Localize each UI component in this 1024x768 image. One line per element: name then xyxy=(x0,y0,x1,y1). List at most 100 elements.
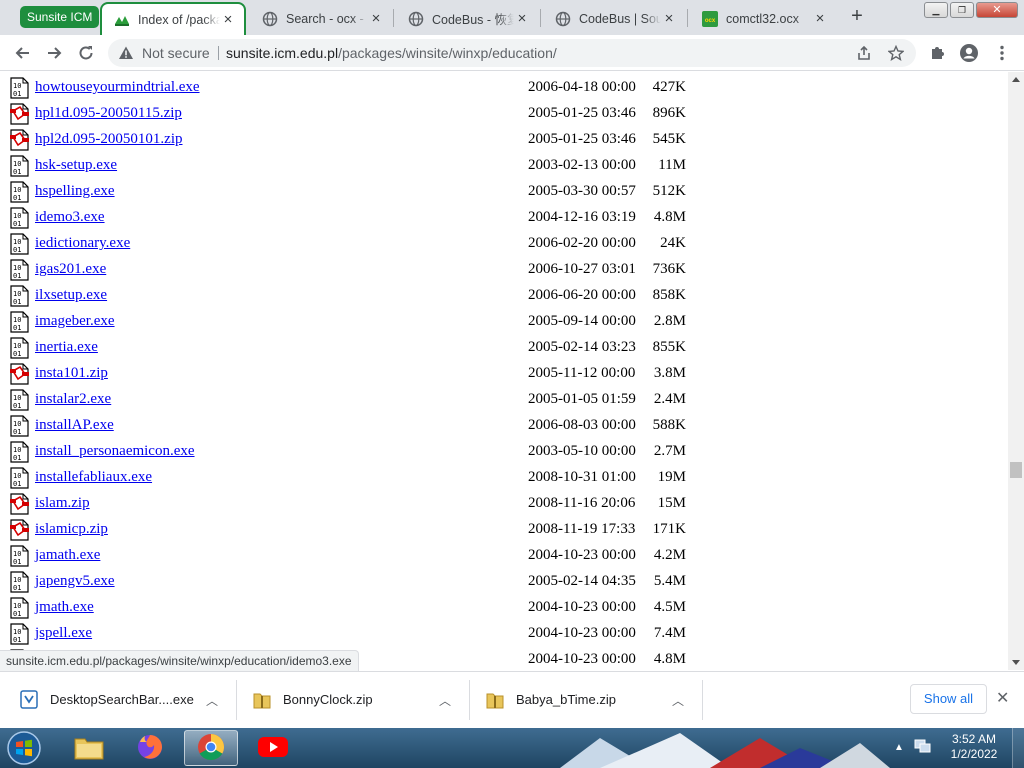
tab-close-icon[interactable]: × xyxy=(514,10,530,27)
download-item[interactable]: Babya_bTime.zip ︿ xyxy=(486,680,692,720)
show-all-button[interactable]: Show all xyxy=(910,684,987,714)
download-separator xyxy=(702,680,703,720)
file-link[interactable]: installAP.exe xyxy=(35,417,114,434)
compressed-file-icon xyxy=(10,103,30,125)
download-filename: DesktopSearchBar....exe xyxy=(50,692,194,707)
file-link[interactable]: iedictionary.exe xyxy=(35,235,130,252)
download-separator xyxy=(469,680,470,720)
taskbar-chrome[interactable] xyxy=(184,730,238,766)
file-size: 7.4M xyxy=(653,625,686,641)
file-size: 858K xyxy=(652,287,686,303)
tab-close-icon[interactable]: × xyxy=(661,10,677,27)
binary-file-icon: 1001 xyxy=(10,207,30,229)
restore-button[interactable]: ❐ xyxy=(950,2,974,18)
file-link[interactable]: hpl2d.095-20050101.zip xyxy=(35,131,183,148)
minimize-button[interactable]: ▁ xyxy=(924,2,948,18)
windows-taskbar: ▲ 3:52 AM 1/2/2022 xyxy=(0,728,1024,768)
taskbar-youtube[interactable] xyxy=(246,730,300,766)
file-link[interactable]: install_personaemicon.exe xyxy=(35,443,195,460)
url-text[interactable]: sunsite.icm.edu.pl/packages/winsite/winx… xyxy=(226,45,557,61)
sunsite-favicon xyxy=(114,12,130,28)
file-link[interactable]: islam.zip xyxy=(35,495,90,512)
tab-title: CodeBus - 恢复 xyxy=(432,13,514,27)
file-link[interactable]: jamath.exe xyxy=(35,547,100,564)
address-bar[interactable]: Not secure sunsite.icm.edu.pl/packages/w… xyxy=(108,39,916,67)
file-link[interactable]: installefabliaux.exe xyxy=(35,469,152,486)
file-link[interactable]: howtouseyourmindtrial.exe xyxy=(35,79,200,96)
binary-file-icon: 1001 xyxy=(10,467,30,489)
binary-file-icon: 1001 xyxy=(10,597,30,619)
svg-text:01: 01 xyxy=(13,558,21,566)
file-date: 2006-06-20 00:00 xyxy=(528,287,636,303)
forward-button[interactable] xyxy=(43,42,65,64)
profile-avatar-icon[interactable] xyxy=(959,43,979,63)
show-desktop-button[interactable] xyxy=(1012,728,1024,768)
tab-group-chip[interactable]: Sunsite ICM xyxy=(20,6,100,28)
security-label[interactable]: Not secure xyxy=(142,45,210,61)
file-link[interactable]: imageber.exe xyxy=(35,313,115,330)
binary-file-icon: 1001 xyxy=(10,155,30,177)
scrollbar-thumb[interactable] xyxy=(1010,462,1022,478)
file-link[interactable]: igas201.exe xyxy=(35,261,106,278)
taskbar-firefox[interactable] xyxy=(123,730,177,766)
scroll-down-arrow[interactable] xyxy=(1012,660,1020,665)
svg-text:01: 01 xyxy=(13,194,21,202)
file-link[interactable]: ilxsetup.exe xyxy=(35,287,107,304)
file-link[interactable]: jmath.exe xyxy=(35,599,94,616)
back-button[interactable] xyxy=(12,42,34,64)
url-host: sunsite.icm.edu.pl xyxy=(226,45,339,61)
listing-row: 10 01 hsk-setup.exe 2003-02-13 00:00 11M xyxy=(0,152,1000,178)
file-link[interactable]: hsk-setup.exe xyxy=(35,157,117,174)
tab-codebus[interactable]: CodeBus - 恢复 × xyxy=(396,2,538,35)
taskbar-explorer[interactable] xyxy=(62,730,116,766)
listing-row: 10 01 inertia.exe 2005-02-14 03:23 855K xyxy=(0,334,1000,360)
listing-row: islamicp.zip 2008-11-19 17:33 171K xyxy=(0,516,1000,542)
binary-file-icon: 1001 xyxy=(10,623,30,645)
svg-text:10: 10 xyxy=(13,186,21,194)
chevron-up-icon[interactable]: ︿ xyxy=(672,692,684,709)
scroll-up-arrow[interactable] xyxy=(1012,77,1020,82)
compressed-file-icon xyxy=(10,519,30,541)
file-link[interactable]: jspell.exe xyxy=(35,625,92,642)
tab-search-ocx[interactable]: Search - ocx - CodeBus × xyxy=(250,2,392,35)
file-link[interactable]: insta101.zip xyxy=(35,365,108,382)
extensions-puzzle-icon[interactable] xyxy=(928,43,948,63)
file-link[interactable]: instalar2.exe xyxy=(35,391,111,408)
tab-active[interactable]: Index of /packages/winsite/winxp/educati… xyxy=(100,2,246,35)
network-icon[interactable] xyxy=(914,738,932,757)
file-link[interactable]: hpl1d.095-20050115.zip xyxy=(35,105,182,122)
menu-kebab-icon[interactable] xyxy=(992,43,1012,63)
close-shelf-icon[interactable]: ✕ xyxy=(996,688,1009,708)
chevron-up-icon[interactable]: ︿ xyxy=(439,692,451,709)
vertical-scrollbar[interactable] xyxy=(1008,72,1024,670)
file-link[interactable]: hspelling.exe xyxy=(35,183,115,200)
listing-row: hpl1d.095-20050115.zip 2005-01-25 03:46 89… xyxy=(0,100,1000,126)
globe-icon xyxy=(555,11,571,27)
file-link[interactable]: inertia.exe xyxy=(35,339,98,356)
download-item[interactable]: DesktopSearchBar....exe ︿ xyxy=(20,680,226,720)
listing-row: 10 01 ilxsetup.exe 2006-06-20 00:00 858K xyxy=(0,282,1000,308)
file-link[interactable]: japengv5.exe xyxy=(35,573,115,590)
tab-codebus-source[interactable]: CodeBus | Source Code × xyxy=(543,2,685,35)
tab-close-icon[interactable]: × xyxy=(812,10,828,27)
tab-title: Index of /packages/winsite/winxp/educati… xyxy=(138,12,220,27)
warning-icon[interactable] xyxy=(118,45,134,61)
close-window-button[interactable]: ✕ xyxy=(976,2,1018,18)
tray-expand-icon[interactable]: ▲ xyxy=(894,742,904,753)
bookmark-star-icon[interactable] xyxy=(887,44,905,61)
tab-comctl32[interactable]: ocx comctl32.ocx × xyxy=(690,2,836,35)
share-icon[interactable] xyxy=(856,45,872,61)
file-link[interactable]: islamicp.zip xyxy=(35,521,108,538)
taskbar-clock[interactable]: 3:52 AM 1/2/2022 xyxy=(944,732,1004,762)
tab-close-icon[interactable]: × xyxy=(368,10,384,27)
tab-close-icon[interactable]: × xyxy=(220,11,236,28)
download-item[interactable]: BonnyClock.zip ︿ xyxy=(253,680,459,720)
file-date: 2006-04-18 00:00 xyxy=(528,79,636,95)
file-link[interactable]: idemo3.exe xyxy=(35,209,105,226)
chevron-up-icon[interactable]: ︿ xyxy=(206,692,218,709)
reload-button[interactable] xyxy=(75,42,97,64)
start-button[interactable] xyxy=(4,730,44,766)
new-tab-button[interactable]: + xyxy=(846,6,868,28)
listing-row: 10 01 igas201.exe 2006-10-27 03:01 736K xyxy=(0,256,1000,282)
svg-text:01: 01 xyxy=(13,272,21,280)
